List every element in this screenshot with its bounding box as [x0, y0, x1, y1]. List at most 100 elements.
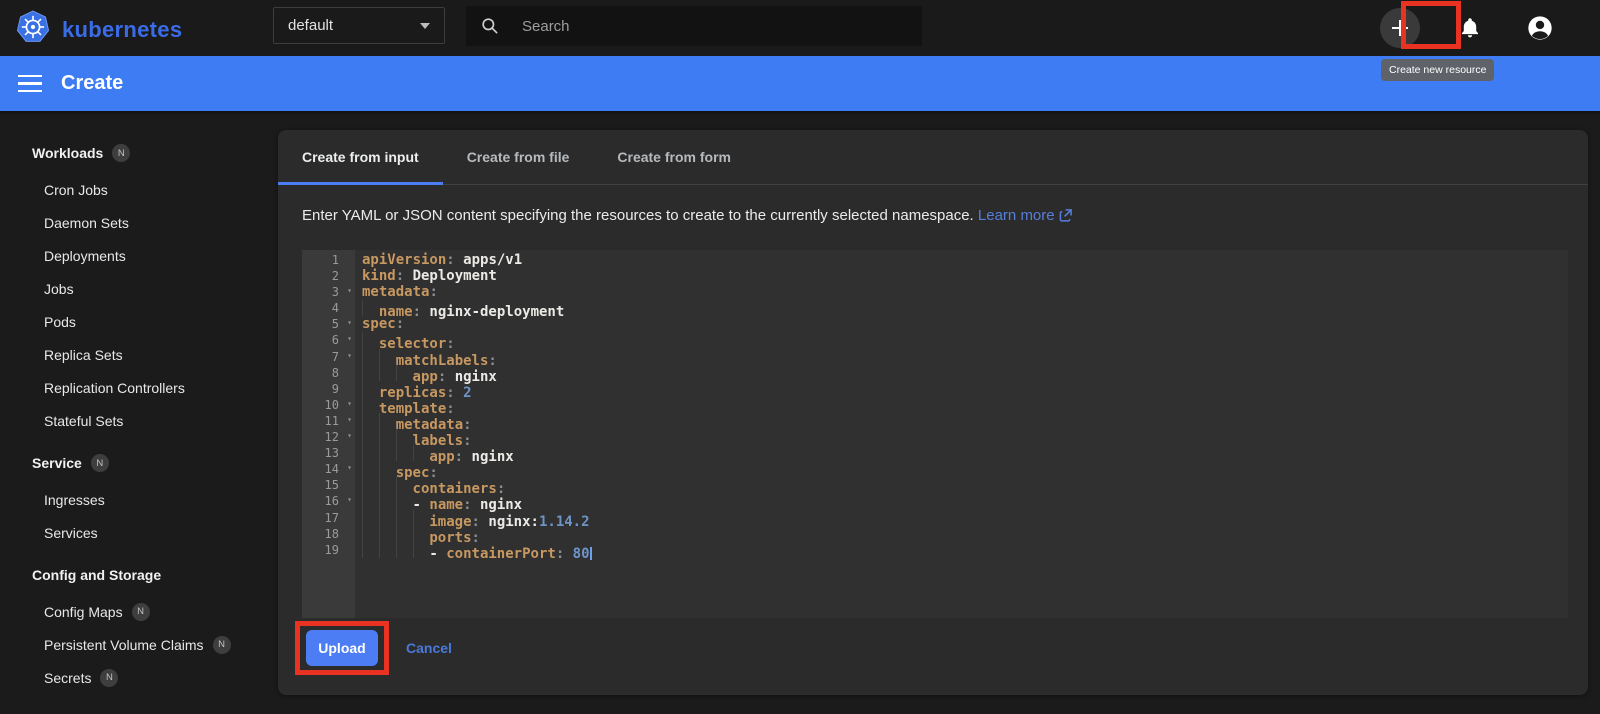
- editor-line: 15 containers:: [302, 477, 1568, 497]
- line-number: 14: [324, 462, 339, 477]
- notifications-button[interactable]: [1450, 8, 1490, 48]
- line-number: 4: [331, 301, 339, 316]
- editor-gutter[interactable]: 5 ▾: [302, 316, 355, 332]
- editor-gutter[interactable]: 9: [302, 381, 355, 397]
- editor-line: 6 ▾ selector:: [302, 332, 1568, 352]
- editor-gutter[interactable]: 11 ▾: [302, 413, 355, 429]
- line-number: 5: [331, 317, 339, 332]
- learn-more-link[interactable]: Learn more: [978, 207, 1072, 224]
- fold-arrow-icon[interactable]: ▾: [347, 428, 352, 444]
- text-cursor: [589, 546, 592, 560]
- editor-line: 16 ▾ - name: nginx: [302, 493, 1568, 513]
- editor-gutter[interactable]: 17: [302, 510, 355, 526]
- namespaced-badge: N: [90, 454, 109, 472]
- tab-create-from-input[interactable]: Create from input: [278, 130, 443, 185]
- page-title: Create: [61, 72, 124, 94]
- account-button[interactable]: [1520, 8, 1560, 48]
- editor-code: apiVersion: apps/v1: [362, 252, 523, 268]
- editor-gutter[interactable]: 7 ▾: [302, 349, 355, 365]
- fold-arrow-icon[interactable]: ▾: [347, 331, 352, 347]
- sidebar-item-services[interactable]: Services: [0, 516, 262, 549]
- editor-code: kind: Deployment: [362, 268, 497, 285]
- sidebar-group-workloads[interactable]: Workloads N: [0, 133, 262, 173]
- line-number: 9: [331, 381, 339, 396]
- editor-gutter[interactable]: 16 ▾: [302, 493, 355, 509]
- cancel-button[interactable]: Cancel: [406, 640, 452, 656]
- editor-line: 2 kind: Deployment: [302, 268, 1568, 284]
- upload-button[interactable]: Upload: [306, 630, 378, 666]
- editor-code: replicas: 2: [355, 381, 472, 401]
- sidebar-item-cron-jobs[interactable]: Cron Jobs: [0, 173, 262, 206]
- sidebar-item-secrets[interactable]: Secrets N: [0, 661, 262, 694]
- line-number: 19: [324, 542, 339, 557]
- fold-arrow-icon[interactable]: ▾: [347, 283, 352, 299]
- editor-gutter[interactable]: 19: [302, 542, 355, 558]
- editor-gutter[interactable]: 2: [302, 268, 355, 284]
- tab-create-from-file[interactable]: Create from file: [443, 130, 594, 184]
- search-input[interactable]: [522, 17, 862, 35]
- sidebar-group-label: Config and Storage: [32, 567, 162, 583]
- fold-arrow-icon[interactable]: ▾: [347, 412, 352, 428]
- editor-gutter[interactable]: 8: [302, 365, 355, 381]
- line-number: 15: [324, 478, 339, 493]
- editor-code: image: nginx:1.14.2: [355, 510, 589, 530]
- editor-gutter[interactable]: 3 ▾: [302, 284, 355, 300]
- editor-code: ports:: [355, 526, 480, 546]
- editor-code: labels:: [355, 429, 472, 449]
- editor-line: 4 name: nginx-deployment: [302, 300, 1568, 320]
- fold-arrow-icon[interactable]: ▾: [347, 460, 352, 476]
- sidebar-item-persistent-volume-claims[interactable]: Persistent Volume Claims N: [0, 628, 262, 661]
- sidebar-item-label: Pods: [44, 313, 76, 330]
- editor-code: template:: [355, 397, 455, 417]
- editor-gutter[interactable]: 14 ▾: [302, 461, 355, 477]
- editor-gutter[interactable]: 18: [302, 526, 355, 542]
- fold-arrow-icon[interactable]: ▾: [347, 396, 352, 412]
- sidebar-item-stateful-sets[interactable]: Stateful Sets: [0, 404, 262, 437]
- editor-gutter[interactable]: 1: [302, 252, 355, 268]
- editor-gutter[interactable]: 15: [302, 477, 355, 493]
- tab-bar: Create from input Create from file Create …: [278, 130, 1588, 185]
- top-bar-actions: [1380, 0, 1560, 56]
- sidebar-item-label: Cron Jobs: [44, 181, 108, 198]
- sidebar-item-ingresses[interactable]: Ingresses: [0, 483, 262, 516]
- chevron-down-icon: [420, 22, 430, 29]
- line-number: 1: [331, 253, 339, 267]
- sidebar-item-pods[interactable]: Pods: [0, 305, 262, 338]
- sidebar-group-service[interactable]: Service N: [0, 443, 262, 483]
- sidebar-nav: Workloads N Cron Jobs Daemon Sets Deployment…: [0, 111, 262, 714]
- sidebar-item-label: Jobs: [44, 280, 74, 297]
- editor-code: name: nginx-deployment: [355, 300, 564, 320]
- create-new-resource-button[interactable]: [1380, 8, 1420, 48]
- sidebar-item-daemon-sets[interactable]: Daemon Sets: [0, 206, 262, 239]
- namespace-value: default: [288, 17, 334, 34]
- sidebar-group-config-and-storage[interactable]: Config and Storage: [0, 555, 262, 595]
- editor-gutter[interactable]: 13: [302, 445, 355, 461]
- search-bar[interactable]: [466, 6, 922, 46]
- namespace-selector[interactable]: default: [273, 7, 445, 44]
- sidebar-item-deployments[interactable]: Deployments: [0, 239, 262, 272]
- sidebar-item-replication-controllers[interactable]: Replication Controllers: [0, 371, 262, 404]
- line-number: 2: [331, 269, 339, 284]
- editor-code: metadata:: [362, 284, 438, 301]
- fold-arrow-icon[interactable]: ▾: [347, 492, 352, 508]
- menu-icon[interactable]: [18, 74, 42, 93]
- editor-gutter[interactable]: 10 ▾: [302, 397, 355, 413]
- sidebar-item-replica-sets[interactable]: Replica Sets: [0, 338, 262, 371]
- line-number: 13: [324, 446, 339, 461]
- create-description: Enter YAML or JSON content specifying th…: [302, 207, 1588, 226]
- tab-create-from-form[interactable]: Create from form: [593, 130, 755, 184]
- editor-gutter[interactable]: 4: [302, 300, 355, 316]
- editor-line: 12 ▾ labels:: [302, 429, 1568, 449]
- editor-gutter[interactable]: 12 ▾: [302, 429, 355, 445]
- sidebar-item-jobs[interactable]: Jobs: [0, 272, 262, 305]
- kubernetes-brand[interactable]: kubernetes: [16, 10, 182, 49]
- sidebar-group-label: Workloads: [32, 145, 104, 161]
- editor-gutter[interactable]: 6 ▾: [302, 332, 355, 348]
- external-link-icon: [1059, 209, 1072, 226]
- line-number: 10: [324, 397, 339, 412]
- fold-arrow-icon[interactable]: ▾: [347, 348, 352, 364]
- sidebar-item-config-maps[interactable]: Config Maps N: [0, 595, 262, 628]
- fold-arrow-icon[interactable]: ▾: [347, 315, 352, 331]
- yaml-editor[interactable]: 1 apiVersion: apps/v1 2 kind: Deployment 3 ▾ m…: [302, 250, 1568, 618]
- sidebar-group-label: Service: [32, 455, 82, 471]
